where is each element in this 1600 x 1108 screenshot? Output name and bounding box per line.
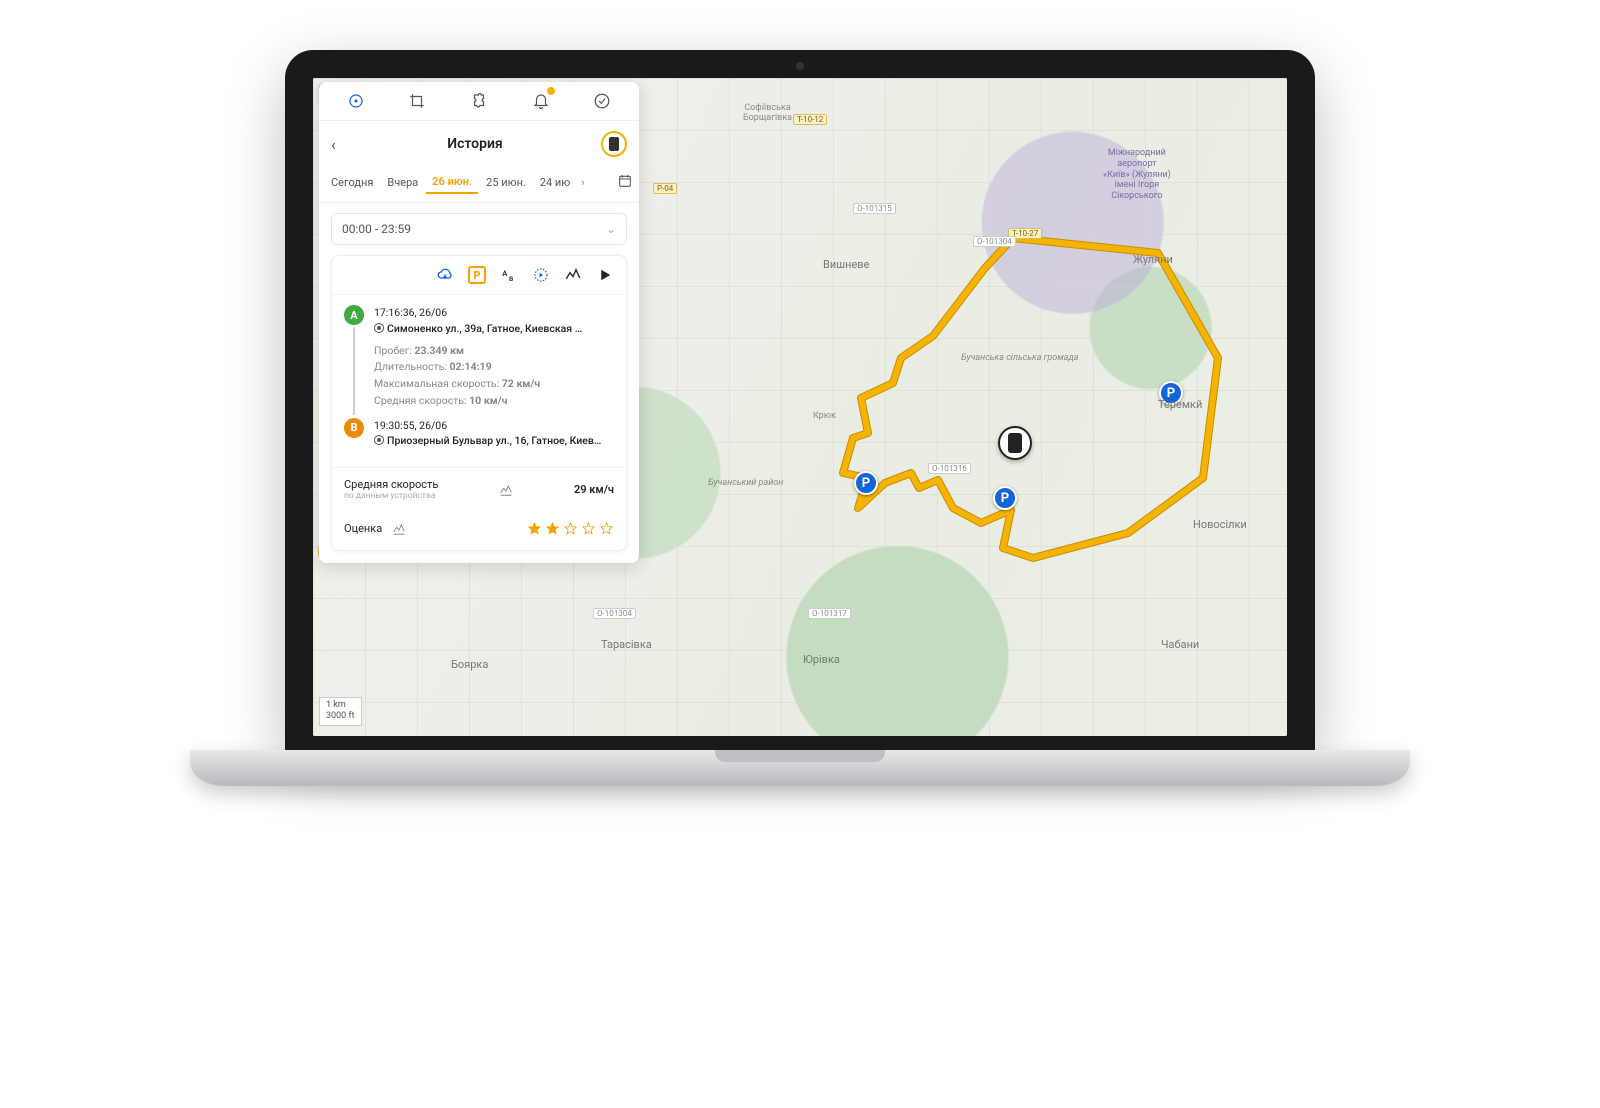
time-range-value: 00:00 - 23:59	[342, 222, 411, 236]
avgspeed-label: Средняя скорость:	[374, 394, 467, 407]
chart-icon[interactable]	[499, 483, 513, 497]
location-icon[interactable]	[345, 90, 367, 112]
map-label: Боярка	[451, 658, 488, 671]
target-icon	[374, 323, 384, 333]
panel-title: История	[357, 136, 593, 152]
date-tab-24[interactable]: 24 ию	[534, 172, 576, 193]
date-tab-today[interactable]: Сегодня	[325, 172, 379, 193]
map-label: Тарасівка	[601, 638, 652, 651]
star-icon	[599, 521, 614, 536]
stop-a-address: Симоненко ул., 39а, Гатное, Киевская …	[387, 322, 582, 335]
road-tag: О-101316	[928, 463, 971, 474]
star-icon	[545, 521, 560, 536]
avgspeed-footer-label: Средняя скорость	[344, 478, 438, 491]
laptop-bezel: P P P Вишневе Жуляни Теремкй Новосілки Б…	[285, 50, 1315, 750]
app-screen: P P P Вишневе Жуляни Теремкй Новосілки Б…	[313, 78, 1287, 736]
chevron-down-icon: ⌄	[606, 222, 616, 236]
date-tabs: Сегодня Вчера 26 июн. 25 июн. 24 ию ›	[319, 167, 639, 203]
rating-row: Оценка	[332, 511, 626, 550]
svg-text:B: B	[509, 275, 513, 283]
cloud-download-icon[interactable]	[436, 266, 454, 284]
calendar-icon[interactable]	[617, 173, 633, 192]
scale-km: 1 km	[326, 700, 355, 712]
star-icon	[581, 521, 596, 536]
trip-tools: P AB	[332, 256, 626, 295]
road-tag: Р-04	[653, 183, 677, 194]
stop-b-address: Приозерный Бульвар ул., 16, Гатное, Киев…	[387, 434, 601, 447]
road-tag: О-101315	[853, 203, 896, 214]
crop-icon[interactable]	[406, 90, 428, 112]
star-icon	[527, 521, 542, 536]
star-icon	[563, 521, 578, 536]
map-label: Бучанська сільська громада	[961, 353, 1078, 363]
history-panel: ‹ История Сегодня Вчера 26 июн. 25 июн. …	[319, 82, 639, 563]
target-icon	[374, 435, 384, 445]
maxspeed-label: Максимальная скорость:	[374, 377, 499, 390]
avgspeed-footer-value: 29 км/ч	[574, 483, 614, 496]
road-tag: О-101304	[973, 236, 1016, 247]
marker-b-icon: B	[344, 418, 364, 438]
play-icon[interactable]	[596, 266, 614, 284]
stop-b-time: 19:30:55, 26/06	[374, 418, 614, 434]
road-tag: О-101317	[808, 608, 851, 619]
device-selector[interactable]	[601, 131, 627, 157]
tracker-marker[interactable]	[998, 426, 1032, 460]
back-button[interactable]: ‹	[331, 135, 349, 154]
date-tab-yesterday[interactable]: Вчера	[381, 172, 424, 193]
map-scale: 1 km 3000 ft	[319, 697, 362, 726]
laptop-base	[190, 750, 1410, 786]
map-label: Теремкй	[1158, 398, 1202, 411]
map-label: Міжнародний аеропорт «Київ» (Жуляни) іме…	[1103, 148, 1171, 202]
puzzle-icon[interactable]	[468, 90, 490, 112]
duration-value: 02:14:19	[450, 360, 492, 373]
trip-stats: Пробег: 23.349 км Длительность: 02:14:19…	[374, 343, 614, 410]
parking-marker[interactable]: P	[854, 471, 878, 495]
avgspeed-footer-sub: по данным устройства	[344, 491, 438, 501]
map-label: Новосілки	[1193, 518, 1247, 531]
map-label: Софіївська Борщагівка	[743, 103, 792, 123]
date-tab-25[interactable]: 25 июн.	[480, 172, 532, 193]
ab-points-icon[interactable]: AB	[500, 266, 518, 284]
road-tag: О-101304	[593, 608, 636, 619]
chart-icon[interactable]	[392, 522, 406, 536]
panel-titlebar: ‹ История	[319, 121, 639, 167]
map-label: Чабани	[1161, 638, 1199, 651]
chart-line-icon[interactable]	[564, 266, 582, 284]
stop-a-time: 17:16:36, 26/06	[374, 305, 614, 321]
trip-card: P AB	[331, 255, 627, 551]
svg-text:A: A	[502, 269, 508, 278]
replay-icon[interactable]	[532, 266, 550, 284]
mileage-label: Пробег:	[374, 344, 412, 357]
road-tag: Т-10-12	[793, 114, 827, 125]
map-label: Бучанський район	[708, 478, 783, 488]
notification-badge	[547, 87, 555, 95]
dates-next-icon[interactable]: ›	[578, 176, 587, 189]
parking-filter-icon[interactable]: P	[468, 266, 486, 284]
trip-connector-line	[353, 327, 355, 415]
map-label: Юрівка	[803, 653, 840, 666]
rating-label: Оценка	[344, 522, 382, 535]
laptop-mockup: P P P Вишневе Жуляни Теремкй Новосілки Б…	[130, 50, 1470, 950]
map-label: Жуляни	[1133, 253, 1173, 266]
webcam-dot	[796, 62, 804, 70]
map-label: Крюк	[813, 411, 836, 421]
time-range-select[interactable]: 00:00 - 23:59 ⌄	[331, 213, 627, 245]
marker-a-icon: A	[344, 305, 364, 325]
trip-stop-b[interactable]: B 19:30:55, 26/06 Приозерный Бульвар ул.…	[344, 418, 614, 450]
avgspeed-value: 10 км/ч	[469, 394, 507, 407]
trip-footer: Средняя скорость по данным устройства 29…	[332, 467, 626, 511]
trip-body: A 17:16:36, 26/06 Симоненко ул., 39а, Га…	[332, 295, 626, 467]
mileage-value: 23.349 км	[414, 344, 464, 357]
rating-stars[interactable]	[527, 521, 614, 536]
date-tab-26[interactable]: 26 июн.	[426, 171, 478, 194]
check-circle-icon[interactable]	[591, 90, 613, 112]
trip-stop-a[interactable]: A 17:16:36, 26/06 Симоненко ул., 39а, Га…	[344, 305, 614, 337]
scale-ft: 3000 ft	[326, 711, 355, 723]
maxspeed-value: 72 км/ч	[502, 377, 540, 390]
duration-label: Длительность:	[374, 360, 447, 373]
top-tabs	[319, 82, 639, 121]
parking-marker[interactable]: P	[993, 486, 1017, 510]
map-label: Вишневе	[823, 258, 869, 271]
bell-icon[interactable]	[530, 90, 552, 112]
